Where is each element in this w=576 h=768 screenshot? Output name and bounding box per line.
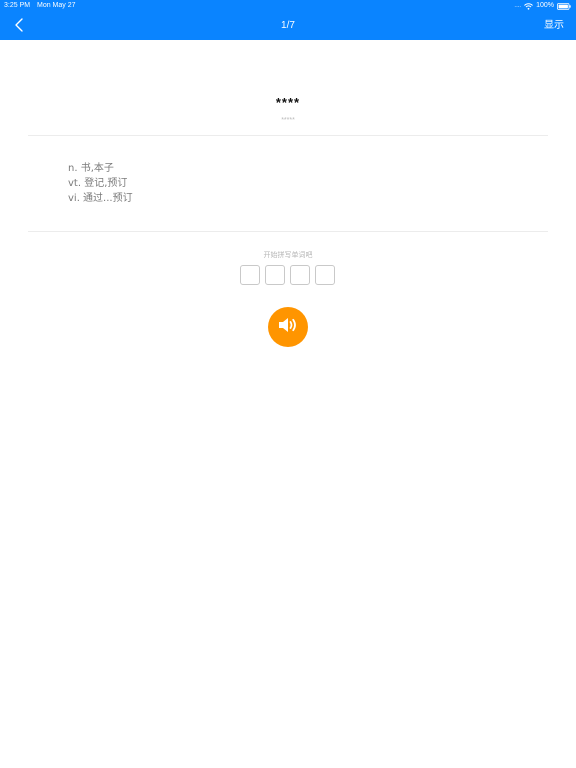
definition-noun: n. 书,本子 [68,163,114,174]
chevron-left-icon [14,17,24,36]
letter-box-4[interactable] [315,265,335,285]
play-pronunciation-button[interactable] [268,307,308,347]
masked-phonetic: ***** [281,117,295,124]
letter-box-2[interactable] [265,265,285,285]
definition-list: n. 书,本子 vt. 登记,预订 vi. 通过...预订 [68,161,133,206]
speaker-icon [277,316,299,338]
back-button[interactable] [10,17,28,35]
status-bar: 3:25 PM Mon May 27 .... 100% [0,0,576,12]
battery-percent: 100% [536,2,554,9]
divider [28,231,548,232]
divider [28,135,548,136]
status-indicators: .... 100% [514,0,571,12]
battery-icon [557,2,571,10]
navigation-bar: 1/7 显示 [0,12,576,40]
status-date: Mon May 27 [37,2,76,9]
signal-dots: .... [514,3,522,9]
letter-input-boxes [240,265,335,285]
letter-box-1[interactable] [240,265,260,285]
definition-intransitive-verb: vi. 通过...预订 [68,193,133,204]
top-bar: 3:25 PM Mon May 27 .... 100% 1/7 显示 [0,0,576,40]
spelling-hint: 开始拼写单词吧 [263,251,313,259]
wifi-icon [524,2,533,10]
status-time: 3:25 PM [4,2,31,9]
page-counter: 1/7 [281,20,295,31]
definition-transitive-verb: vt. 登记,预订 [68,178,128,189]
spelling-screen: 3:25 PM Mon May 27 .... 100% 1/7 显示 ****… [0,0,576,768]
show-button[interactable]: 显示 [544,12,564,40]
masked-word: **** [275,95,301,110]
letter-box-3[interactable] [290,265,310,285]
